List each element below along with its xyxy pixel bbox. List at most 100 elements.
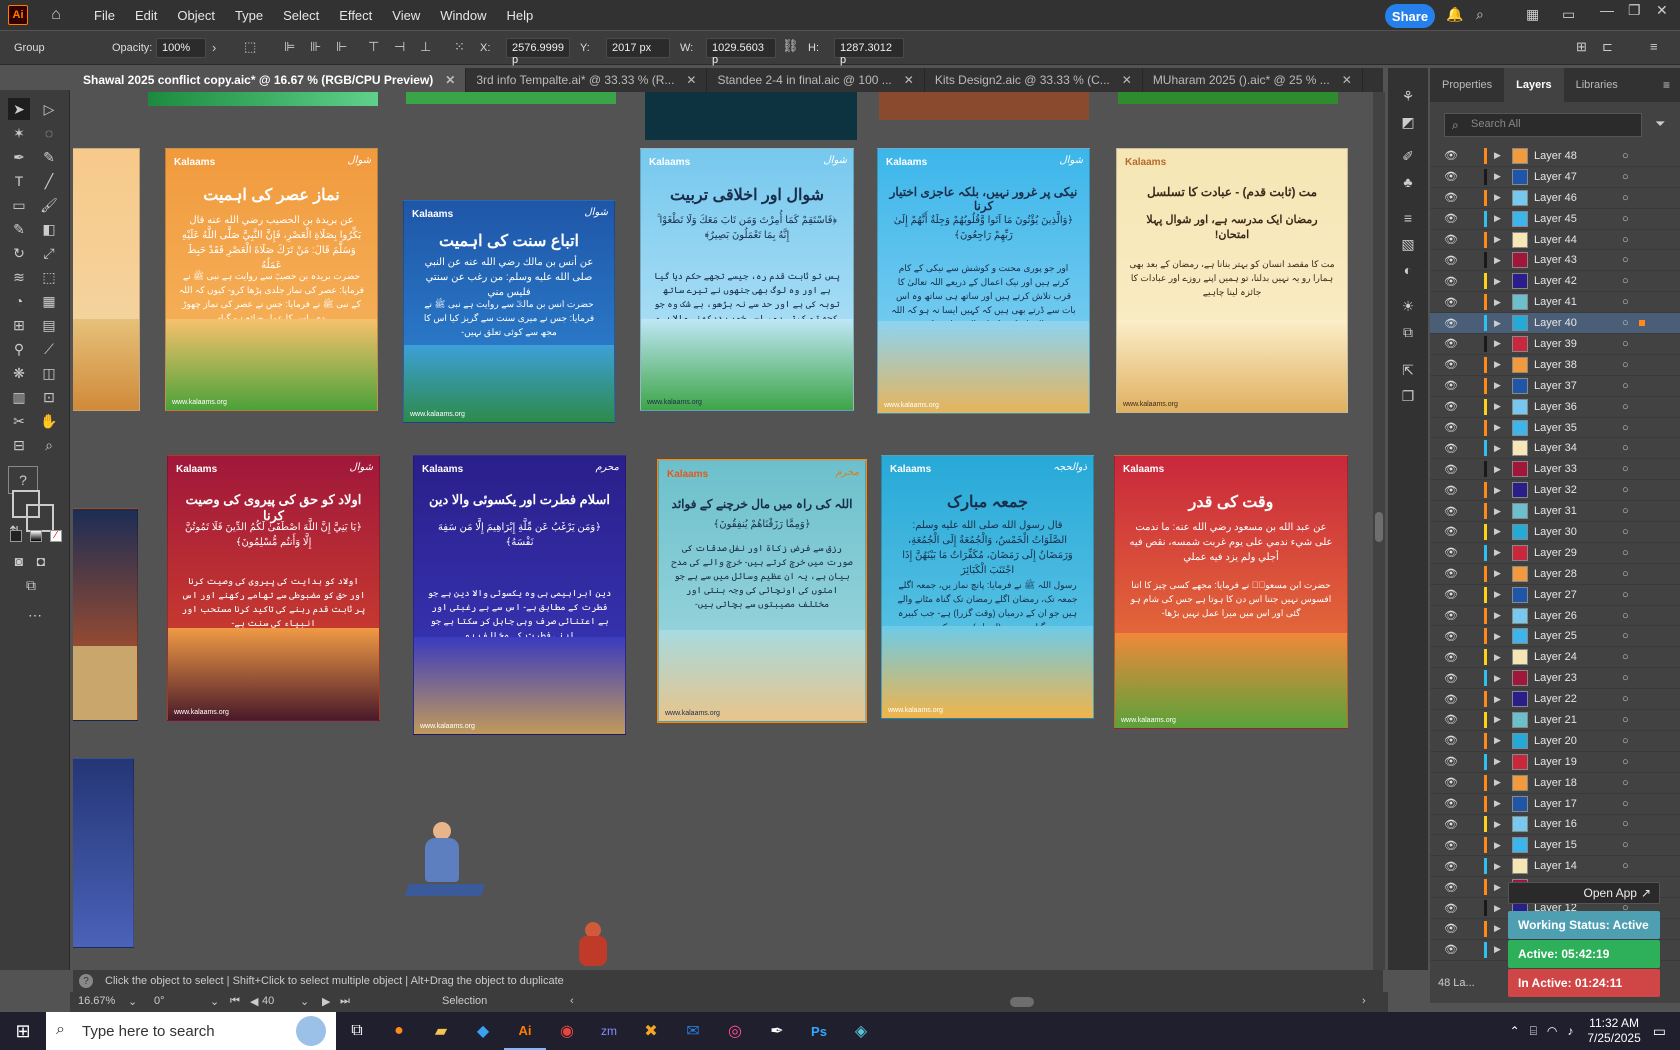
target-circle-icon[interactable]: ○	[1622, 651, 1629, 663]
expand-arrow-icon[interactable]: ▶	[1494, 840, 1501, 851]
tray-chevron-icon[interactable]: ⌃	[1510, 1024, 1520, 1038]
expand-arrow-icon[interactable]: ▶	[1494, 213, 1501, 224]
y-field[interactable]: 2017 px	[606, 38, 670, 58]
visibility-eye-icon[interactable]: 👁	[1444, 337, 1458, 350]
visibility-eye-icon[interactable]: 👁	[1444, 212, 1458, 225]
xampp-icon[interactable]: ✖	[630, 1012, 672, 1050]
target-circle-icon[interactable]: ○	[1622, 171, 1629, 183]
target-circle-icon[interactable]: ○	[1622, 275, 1629, 287]
layer-row[interactable]: 👁 ▶ Layer 48 ○	[1430, 146, 1680, 167]
layer-row[interactable]: 👁 ▶ Layer 19 ○	[1430, 752, 1680, 773]
artboard-partial[interactable]	[73, 758, 134, 948]
artboard-canvas[interactable]: Kalaams شوال نماز عصر کی اہمیت عن بريدة …	[73, 92, 1373, 970]
expand-arrow-icon[interactable]: ▶	[1494, 297, 1501, 308]
selection-indicator[interactable]	[1639, 320, 1645, 327]
layer-row[interactable]: 👁 ▶ Layer 30 ○	[1430, 522, 1680, 543]
target-circle-icon[interactable]: ○	[1622, 192, 1629, 204]
layer-row[interactable]: 👁 ▶ Layer 18 ○	[1430, 773, 1680, 794]
layer-row[interactable]: 👁 ▶ Layer 22 ○	[1430, 689, 1680, 711]
layer-row[interactable]: 👁 ▶ Layer 35 ○	[1430, 418, 1680, 439]
visibility-eye-icon[interactable]: 👁	[1444, 421, 1458, 434]
network-icon[interactable]: ⌸	[1530, 1024, 1537, 1039]
expand-arrow-icon[interactable]: ▶	[1494, 192, 1501, 203]
expand-arrow-icon[interactable]: ▶	[1494, 777, 1501, 788]
expand-arrow-icon[interactable]: ▶	[1494, 485, 1501, 496]
screen-mode-icon[interactable]: ⧉	[20, 574, 42, 596]
expand-arrow-icon[interactable]: ▶	[1494, 150, 1501, 161]
bell-icon[interactable]: 🔔	[1446, 6, 1463, 23]
layer-row[interactable]: 👁 ▶ Layer 15 ○	[1430, 835, 1680, 857]
creative-cloud-icon[interactable]: ◎	[714, 1012, 756, 1050]
measure-tool-icon[interactable]: ⟋	[38, 338, 60, 360]
canvas-vertical-scrollbar[interactable]	[1373, 92, 1385, 970]
expand-arrow-icon[interactable]: ▶	[1494, 276, 1501, 287]
expand-arrow-icon[interactable]: ▶	[1494, 652, 1501, 663]
visibility-eye-icon[interactable]: 👁	[1444, 713, 1458, 726]
target-circle-icon[interactable]: ○	[1622, 714, 1629, 726]
gradient-swatch-icon[interactable]: ▧	[1398, 234, 1418, 254]
target-circle-icon[interactable]: ○	[1622, 296, 1629, 308]
target-circle-icon[interactable]: ○	[1622, 860, 1629, 872]
align-right-icon[interactable]: ⊩	[336, 39, 347, 55]
visibility-eye-icon[interactable]: 👁	[1444, 839, 1458, 852]
export-icon[interactable]: ⇱	[1398, 360, 1418, 380]
layer-row[interactable]: 👁 ▶ Layer 43 ○	[1430, 250, 1680, 272]
stroke-icon[interactable]: ≡	[1398, 208, 1418, 228]
visibility-eye-icon[interactable]: 👁	[1444, 275, 1458, 288]
layer-row[interactable]: 👁 ▶ Layer 27 ○	[1430, 585, 1680, 606]
clock[interactable]: 11:32 AM 7/25/2025	[1587, 1016, 1640, 1046]
visibility-eye-icon[interactable]: 👁	[1444, 505, 1458, 518]
perspective-grid-tool-icon[interactable]: ▦	[38, 290, 60, 312]
x-field[interactable]: 2576.9999 p	[506, 38, 570, 66]
task-view-icon[interactable]: ⧉	[336, 1012, 378, 1050]
layer-row[interactable]: 👁 ▶ Layer 26 ○	[1430, 606, 1680, 627]
expand-arrow-icon[interactable]: ▶	[1494, 903, 1501, 914]
target-circle-icon[interactable]: ○	[1622, 610, 1629, 622]
visibility-eye-icon[interactable]: 👁	[1444, 358, 1458, 371]
minimize-icon[interactable]: —	[1600, 2, 1614, 18]
expand-arrow-icon[interactable]: ▶	[1494, 318, 1501, 329]
layer-row[interactable]: 👁 ▶ Layer 24 ○	[1430, 647, 1680, 669]
artboard-partial[interactable]	[73, 148, 140, 411]
tab-libraries[interactable]: Libraries	[1564, 68, 1630, 102]
horizontal-scrollbar-thumb[interactable]	[1010, 997, 1034, 1007]
graphic-styles-icon[interactable]: ⧉	[1398, 322, 1418, 342]
transparency-icon[interactable]: ◐	[1398, 260, 1418, 280]
menu-type[interactable]: Type	[235, 8, 263, 23]
layer-row[interactable]: 👁 ▶ Layer 33 ○	[1430, 459, 1680, 481]
direct-selection-tool-icon[interactable]: ▷	[38, 98, 60, 120]
graph-tool-icon[interactable]: ▥	[8, 386, 30, 408]
expand-arrow-icon[interactable]: ▶	[1494, 819, 1501, 830]
layer-row[interactable]: 👁 ▶ Layer 45 ○	[1430, 209, 1680, 230]
visibility-eye-icon[interactable]: 👁	[1444, 672, 1458, 685]
expand-arrow-icon[interactable]: ▶	[1494, 694, 1501, 705]
workspace-icon[interactable]: ▦	[1526, 6, 1539, 23]
poster-card[interactable]: Kalaams شوال اولاد کو حق کی پیروی کی وصی…	[167, 455, 380, 721]
arrange-docs-icon[interactable]: ▭	[1562, 6, 1575, 23]
expand-arrow-icon[interactable]: ▶	[1494, 861, 1501, 872]
restore-icon[interactable]: ❐	[1628, 2, 1641, 19]
expand-arrow-icon[interactable]: ▶	[1494, 401, 1501, 412]
visibility-eye-icon[interactable]: 👁	[1444, 609, 1458, 622]
target-circle-icon[interactable]: ○	[1622, 630, 1629, 642]
visibility-eye-icon[interactable]: 👁	[1444, 902, 1458, 915]
visibility-eye-icon[interactable]: 👁	[1444, 922, 1458, 935]
layer-row[interactable]: 👁 ▶ Layer 21 ○	[1430, 710, 1680, 731]
target-circle-icon[interactable]: ○	[1622, 735, 1629, 747]
tab-standee[interactable]: Standee 2-4 in final.aic @ 100 ... ✕	[707, 68, 925, 92]
visibility-eye-icon[interactable]: 👁	[1444, 149, 1458, 162]
layer-row[interactable]: 👁 ▶ Layer 29 ○	[1430, 543, 1680, 564]
menu-effect[interactable]: Effect	[339, 8, 372, 23]
scroll-right-icon[interactable]: ›	[1362, 995, 1366, 1007]
visibility-eye-icon[interactable]: 👁	[1444, 463, 1458, 476]
layer-row[interactable]: 👁 ▶ Layer 32 ○	[1430, 480, 1680, 502]
curvature-tool-icon[interactable]: ✎	[38, 146, 60, 168]
menu-select[interactable]: Select	[283, 8, 319, 23]
visibility-eye-icon[interactable]: 👁	[1444, 546, 1458, 559]
layer-row[interactable]: 👁 ▶ Layer 34 ○	[1430, 438, 1680, 460]
close-icon[interactable]: ✕	[1122, 73, 1132, 87]
libraries-icon[interactable]: ⚘	[1398, 86, 1418, 106]
target-circle-icon[interactable]: ○	[1622, 693, 1629, 705]
expand-arrow-icon[interactable]: ▶	[1494, 506, 1501, 517]
type-tool-icon[interactable]: T	[8, 170, 30, 192]
